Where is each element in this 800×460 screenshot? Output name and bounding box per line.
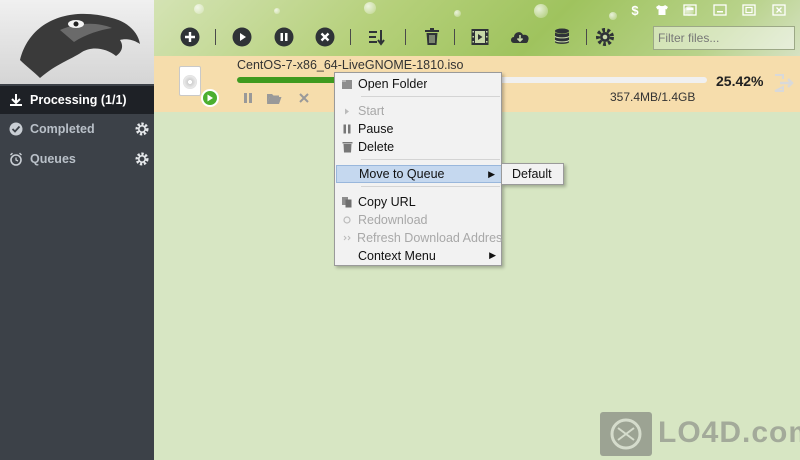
sidebar: Processing (1/1) Completed Queues [0, 0, 154, 460]
open-file-button[interactable] [773, 73, 795, 96]
minimize-button[interactable] [709, 2, 731, 18]
row-open-folder-button[interactable] [266, 91, 282, 105]
filter-input[interactable] [653, 26, 795, 50]
download-percent: 25.42% [716, 73, 764, 89]
pause-icon [274, 27, 294, 47]
skin-button[interactable] [651, 2, 673, 18]
download-filename: CentOS-7-x86_64-LiveGNOME-1810.iso [237, 58, 464, 72]
play-badge-icon [201, 89, 219, 107]
menu-item-move-to-queue[interactable]: Move to Queue ▶ [336, 165, 502, 183]
donate-button[interactable]: $ [624, 2, 646, 18]
menu-item-start: Start [336, 102, 502, 120]
close-icon [299, 93, 309, 103]
play-icon [336, 102, 358, 120]
alarm-clock-icon [8, 151, 24, 167]
shirt-icon [656, 5, 668, 15]
copy-icon [336, 193, 358, 211]
pause-icon [244, 93, 252, 103]
submenu-arrow-icon: ▶ [489, 250, 496, 260]
close-button[interactable] [768, 2, 790, 18]
sidebar-item-label: Processing (1/1) [30, 93, 127, 107]
video-button[interactable] [469, 26, 491, 48]
settings-icon [596, 28, 614, 46]
video-icon [471, 29, 489, 45]
toolbar: $ [154, 0, 800, 56]
folder-icon [336, 75, 358, 93]
link-icon [336, 229, 357, 247]
stop-icon [315, 27, 335, 47]
dollar-icon: $ [631, 2, 639, 18]
mini-mode-icon [683, 4, 697, 16]
menu-item-redownload: Redownload [336, 211, 502, 229]
menu-item-copy-url[interactable]: Copy URL [336, 193, 502, 211]
cloud-download-button[interactable] [509, 26, 531, 48]
sort-icon [369, 30, 385, 46]
submenu-item-default[interactable]: Default [512, 167, 552, 181]
queue-submenu: Default [501, 163, 564, 185]
close-icon [772, 4, 786, 16]
row-pause-button[interactable] [240, 91, 256, 105]
folder-icon [267, 93, 282, 104]
watermark-logo: LO4D.com [600, 410, 800, 456]
row-delete-button[interactable] [296, 91, 312, 105]
sidebar-item-completed[interactable]: Completed [0, 115, 154, 143]
menu-item-open-folder[interactable]: Open Folder [336, 75, 502, 93]
context-menu: Open Folder Start Pause Delete Move to Q… [334, 72, 502, 266]
sidebar-item-processing[interactable]: Processing (1/1) [0, 86, 154, 114]
menu-item-pause[interactable]: Pause [336, 120, 502, 138]
check-circle-icon [8, 121, 24, 137]
stop-button[interactable] [314, 26, 336, 48]
download-icon [8, 92, 24, 108]
sidebar-item-label: Queues [30, 152, 76, 166]
mini-mode-button[interactable] [679, 2, 701, 18]
maximize-button[interactable] [738, 2, 760, 18]
trash-icon [336, 138, 358, 156]
sidebar-item-label: Completed [30, 122, 95, 136]
sidebar-item-queues[interactable]: Queues [0, 145, 154, 173]
sort-button[interactable] [366, 26, 388, 48]
menu-item-context-menu[interactable]: Context Menu ▶ [336, 247, 502, 265]
minimize-icon [713, 4, 727, 16]
menu-item-delete[interactable]: Delete [336, 138, 502, 156]
add-icon [180, 27, 200, 47]
download-size: 357.4MB/1.4GB [610, 90, 696, 104]
add-button[interactable] [179, 26, 201, 48]
start-button[interactable] [231, 26, 253, 48]
settings-button[interactable] [594, 26, 616, 48]
cloud-download-icon [511, 32, 529, 43]
menu-item-refresh-download-address: Refresh Download Address [336, 229, 502, 247]
eagle-logo [0, 0, 154, 84]
completed-settings-icon[interactable] [134, 121, 150, 140]
database-button[interactable] [551, 26, 573, 48]
submenu-arrow-icon: ▶ [488, 169, 495, 179]
start-icon [232, 27, 252, 47]
exit-arrow-icon [774, 74, 794, 92]
trash-icon [425, 28, 439, 45]
pause-button[interactable] [273, 26, 295, 48]
file-icon [179, 66, 201, 96]
database-icon [554, 28, 570, 44]
redownload-icon [336, 211, 358, 229]
maximize-icon [742, 4, 756, 16]
pause-icon [336, 120, 358, 138]
queues-settings-icon[interactable] [134, 151, 150, 170]
delete-button[interactable] [421, 26, 443, 48]
